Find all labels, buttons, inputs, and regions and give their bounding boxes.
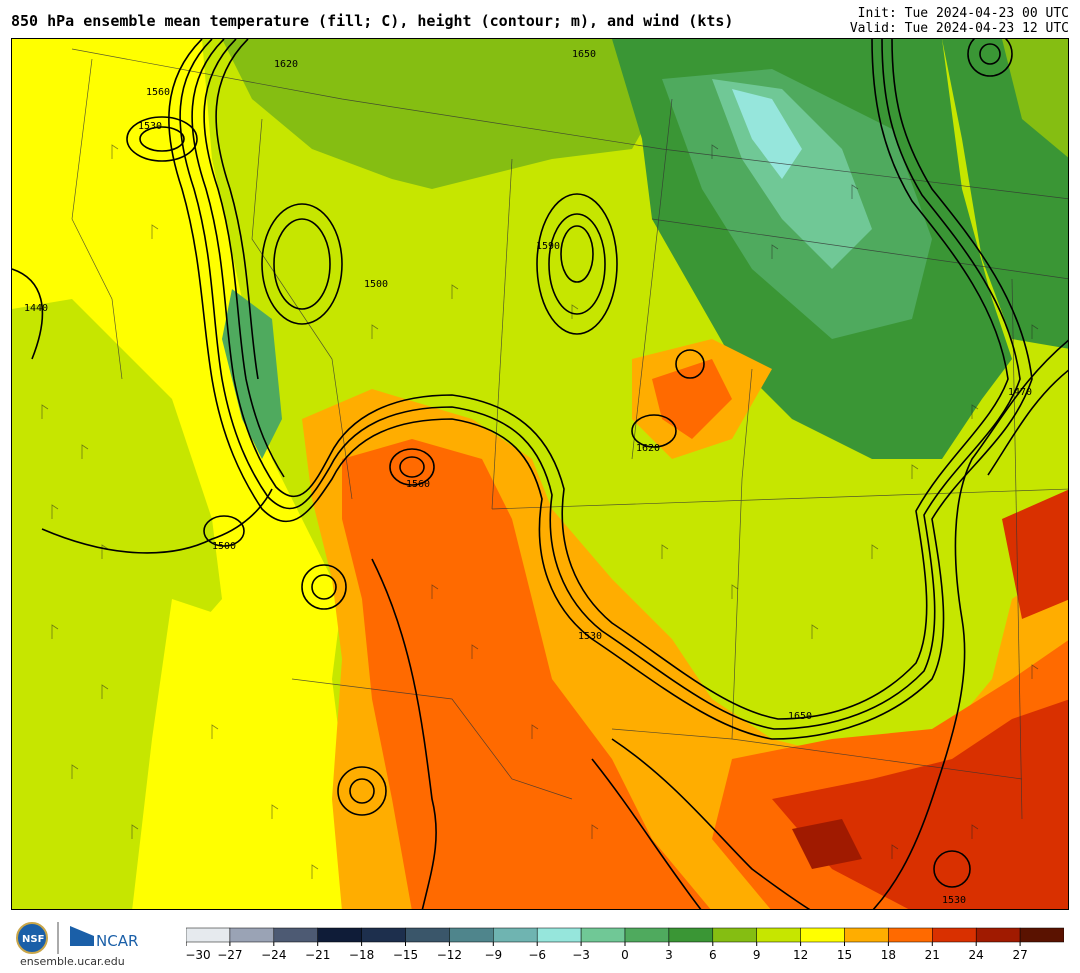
- colorbar-tick-label: 6: [709, 948, 717, 962]
- colorbar-tick-label: −18: [349, 948, 374, 962]
- colorbar-tick-label: 21: [925, 948, 940, 962]
- colorbar-swatch: [449, 927, 494, 943]
- colorbar-swatch: [186, 927, 231, 943]
- colorbar-swatch: [361, 927, 406, 943]
- colorbar-swatch: [229, 927, 275, 943]
- ncar-logo-icon: [70, 926, 94, 946]
- contour-label: 1560: [146, 87, 170, 98]
- colorbar-swatch: [273, 927, 318, 943]
- colorbar-tick-label: −30: [186, 948, 211, 962]
- colorbar-swatch: [624, 927, 670, 943]
- colorbar-tick-label: 12: [793, 948, 808, 962]
- init-time: Init: Tue 2024-04-23 00 UTC: [857, 6, 1069, 21]
- website-label: ensemble.ucar.edu: [20, 955, 125, 968]
- colorbar-tick-label: −27: [217, 948, 242, 962]
- map-panel: 1530 1560 1620 1650 1590 1500 1470 1440 …: [11, 38, 1069, 910]
- colorbar-tick-label: −9: [484, 948, 502, 962]
- contour-label: 1560: [406, 479, 430, 490]
- contour-label: 1470: [1008, 387, 1032, 398]
- colorbar-tick-label: 24: [969, 948, 984, 962]
- colorbar-swatch: [800, 927, 845, 943]
- colorbar-swatch: [1019, 927, 1064, 943]
- nsf-ncar-logo: NSF NCAR: [16, 922, 138, 954]
- colorbar-tick-label: −21: [305, 948, 330, 962]
- colorbar-swatch: [405, 927, 450, 943]
- contour-label: 1620: [274, 59, 298, 70]
- colorbar-tick-label: 9: [753, 948, 761, 962]
- svg-text:NSF: NSF: [22, 934, 44, 945]
- contour-label: 1650: [788, 711, 812, 722]
- colorbar-swatch: [668, 927, 714, 943]
- colorbar-swatch: [975, 927, 1021, 943]
- colorbar-swatch: [888, 927, 933, 943]
- colorbar-swatch: [844, 927, 889, 943]
- temperature-map: 1530 1560 1620 1650 1590 1500 1470 1440 …: [12, 39, 1068, 909]
- contour-label: 1440: [24, 303, 48, 314]
- colorbar-tick-label: −15: [393, 948, 418, 962]
- footer: NSF NCAR ensemble.ucar.edu −30 −27 −24 −21−…: [0, 910, 1080, 973]
- colorbar-tick-label: 15: [837, 948, 852, 962]
- colorbar-swatch: [317, 927, 362, 943]
- contour-label: 1530: [942, 895, 966, 906]
- contour-label: 1620: [636, 443, 660, 454]
- valid-time: Valid: Tue 2024-04-23 12 UTC: [849, 21, 1069, 36]
- time-info: Init: Tue 2024-04-23 00 UTC Valid: Tue 2…: [850, 6, 1069, 36]
- colorbar-ticks: −30 −27 −24 −21 −18 −15 −12 −9 −6 −3 0 3 6 9 12 15 18 21 2…: [186, 942, 1028, 962]
- colorbar-tick-label: 18: [881, 948, 896, 962]
- colorbar-tick-label: −12: [437, 948, 462, 962]
- contour-label: 1650: [572, 49, 596, 60]
- colorbar-swatch: [756, 927, 801, 943]
- colorbar-tick-label: −6: [528, 948, 546, 962]
- contour-label: 1530: [138, 121, 162, 132]
- colorbar-tick-label: −3: [572, 948, 590, 962]
- colorbar-swatch: [580, 927, 626, 943]
- contour-label: 1500: [212, 541, 236, 552]
- contour-label: 1590: [536, 241, 560, 252]
- colorbar-swatch: [536, 927, 582, 943]
- colorbar-swatch: [712, 927, 757, 943]
- contour-label: 1500: [364, 279, 388, 290]
- colorbar-swatches: [186, 927, 1064, 943]
- colorbar-tick-label: 27: [1012, 948, 1027, 962]
- colorbar-swatch: [932, 927, 977, 943]
- ncar-logo-text: NCAR: [96, 932, 138, 950]
- colorbar-tick-label: 0: [621, 948, 629, 962]
- colorbar-tick-label: 3: [665, 948, 673, 962]
- logo-area: NSF NCAR: [14, 916, 154, 956]
- colorbar-swatch: [493, 927, 538, 943]
- colorbar-tick-label: −24: [261, 948, 286, 962]
- chart-title: 850 hPa ensemble mean temperature (fill;…: [11, 12, 734, 30]
- temperature-colorbar: −30 −27 −24 −21 −18 −15 −12 −9 −6 −3 0 3 6 9 12 15 18 21 2…: [186, 927, 1064, 962]
- contour-label: 1530: [578, 631, 602, 642]
